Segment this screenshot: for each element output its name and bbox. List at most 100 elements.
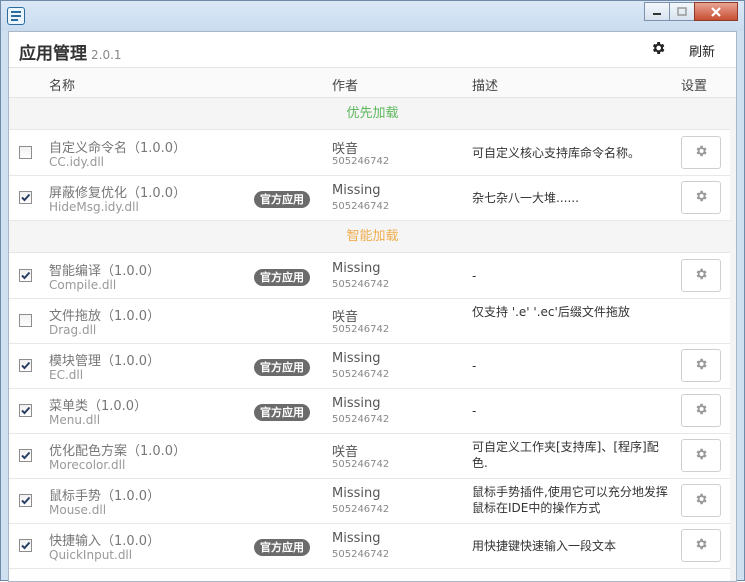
author-id: 505246742 (332, 156, 390, 167)
enable-checkbox[interactable] (19, 449, 32, 462)
gear-icon (694, 536, 708, 555)
author-name: 咲音 (332, 445, 359, 460)
plugin-name: 模块管理（1.0.0） (49, 354, 161, 369)
author-id: 505246742 (332, 459, 390, 470)
column-description: 描述 (472, 79, 499, 94)
plugin-name: 快捷输入（1.0.0） (49, 534, 161, 549)
maximize-icon (677, 6, 687, 16)
plugin-description: 杂七杂八一大堆...... (472, 191, 579, 205)
plugin-description: - (472, 269, 477, 283)
plugin-description: 鼠标手势插件,使用它可以充分地发挥鼠标在IDE中的操作方式 (472, 485, 668, 515)
page-title-text: 应用管理 (19, 44, 87, 64)
plugin-description: 可自定义工作夹[支持库]、[程序]配色. (472, 440, 659, 470)
plugin-settings-button[interactable] (681, 181, 721, 214)
group-header: 智能加载 (9, 221, 736, 253)
table-row: 文件拖放（1.0.0） Drag.dll 咲音 505246742 仅支持 '.e' '… (9, 299, 736, 344)
main-panel: 应用管理 2.0.1 刷新 名称 作者 描述 设置 优先加载 自定义命令名（1.0.… (8, 31, 737, 582)
table-row: 屏蔽修复优化（1.0.0） HideMsg.idy.dll 官方应用 Missing 5… (9, 176, 736, 221)
plugin-file: QuickInput.dll (49, 548, 133, 562)
minimize-button[interactable] (644, 2, 670, 21)
column-author: 作者 (332, 79, 359, 94)
official-badge: 官方应用 (254, 359, 310, 376)
plugin-settings-button[interactable] (681, 394, 721, 427)
table-row: 智能编译（1.0.0） Compile.dll 官方应用 Missing 5052467… (9, 254, 736, 299)
enable-checkbox[interactable] (19, 191, 32, 204)
official-badge: 官方应用 (254, 404, 310, 421)
official-badge: 官方应用 (254, 539, 310, 556)
gear-icon (694, 401, 708, 420)
table-row: 自定义命令名（1.0.0） CC.idy.dll 咲音 505246742 可自定义核心… (9, 131, 736, 176)
enable-checkbox[interactable] (19, 404, 32, 417)
plugin-description: 仅支持 '.e' '.ec'后缀文件拖放 (472, 305, 630, 319)
maximize-button[interactable] (669, 2, 695, 21)
author-id: 505246742 (332, 504, 390, 515)
app-window: 应用管理 2.0.1 刷新 名称 作者 描述 设置 优先加载 自定义命令名（1.0.… (0, 0, 745, 582)
author-id: 505246742 (332, 369, 390, 380)
plugin-name: 自定义命令名（1.0.0） (49, 141, 187, 156)
plugin-file: CC.idy.dll (49, 155, 105, 169)
official-badge: 官方应用 (254, 269, 310, 286)
enable-checkbox[interactable] (19, 269, 32, 282)
close-icon (711, 6, 721, 17)
plugin-settings-button[interactable] (681, 136, 721, 169)
table-row: 鼠标手势（1.0.0） Mouse.dll Missing 505246742 鼠标手势… (9, 479, 736, 524)
enable-checkbox[interactable] (19, 359, 32, 372)
enable-checkbox[interactable] (19, 539, 32, 552)
plugin-file: Menu.dll (49, 413, 101, 427)
plugin-name: 优化配色方案（1.0.0） (49, 444, 187, 459)
plugin-name: 智能编译（1.0.0） (49, 264, 161, 279)
author-name: Missing (332, 531, 381, 546)
table-row: 优化配色方案（1.0.0） Morecolor.dll 咲音 505246742 可自定… (9, 434, 736, 479)
enable-checkbox[interactable] (19, 146, 32, 159)
plugin-file: Mouse.dll (49, 503, 107, 517)
plugin-file: Morecolor.dll (49, 458, 126, 472)
enable-checkbox[interactable] (19, 494, 32, 507)
author-name: Missing (332, 396, 381, 411)
settings-gear-icon[interactable] (650, 40, 666, 56)
plugin-description: - (472, 359, 477, 373)
title-bar[interactable] (1, 1, 744, 31)
plugin-name: 鼠标手势（1.0.0） (49, 489, 161, 504)
plugin-file: Drag.dll (49, 323, 97, 337)
gear-icon (694, 143, 708, 162)
plugin-description: 可自定义核心支持库命令名称。 (472, 146, 641, 160)
plugin-settings-button[interactable] (681, 439, 721, 472)
table-header: 名称 作者 描述 设置 (9, 68, 736, 98)
author-name: Missing (332, 351, 381, 366)
close-button[interactable] (694, 2, 738, 21)
group-header: 优先加载 (9, 98, 736, 130)
page-title: 应用管理 2.0.1 (19, 39, 122, 64)
table-row: 模块管理（1.0.0） EC.dll 官方应用 Missing 505246742 - (9, 344, 736, 389)
author-name: 咲音 (332, 142, 359, 157)
plugin-description: - (472, 404, 477, 418)
plugin-name: 菜单类（1.0.0） (49, 399, 148, 414)
plugin-settings-button[interactable] (681, 484, 721, 517)
gear-icon (694, 266, 708, 285)
author-name: 咲音 (332, 310, 359, 325)
author-id: 505246742 (332, 279, 390, 290)
plugin-description: 用快捷键快速输入一段文本 (472, 539, 617, 553)
scrollbar[interactable] (730, 98, 736, 581)
table-row: 菜单类（1.0.0） Menu.dll 官方应用 Missing 505246742 - (9, 389, 736, 434)
plugin-settings-button[interactable] (681, 349, 721, 382)
gear-icon (694, 188, 708, 207)
enable-checkbox[interactable] (19, 314, 32, 327)
plugin-file: HideMsg.idy.dll (49, 200, 139, 214)
gear-icon (694, 491, 708, 510)
author-id: 505246742 (332, 549, 390, 560)
plugin-settings-button[interactable] (681, 529, 721, 562)
author-name: Missing (332, 261, 381, 276)
column-name: 名称 (49, 79, 76, 94)
plugin-file: Compile.dll (49, 278, 117, 292)
author-id: 505246742 (332, 324, 390, 335)
plugin-name: 屏蔽修复优化（1.0.0） (49, 186, 187, 201)
gear-icon (694, 356, 708, 375)
plugin-settings-button[interactable] (681, 259, 721, 292)
author-id: 505246742 (332, 201, 390, 212)
refresh-button[interactable]: 刷新 (689, 41, 715, 60)
official-badge: 官方应用 (254, 191, 310, 208)
column-settings: 设置 (681, 79, 708, 94)
app-logo-icon (7, 7, 25, 25)
author-id: 505246742 (332, 414, 390, 425)
plugin-file: EC.dll (49, 368, 84, 382)
